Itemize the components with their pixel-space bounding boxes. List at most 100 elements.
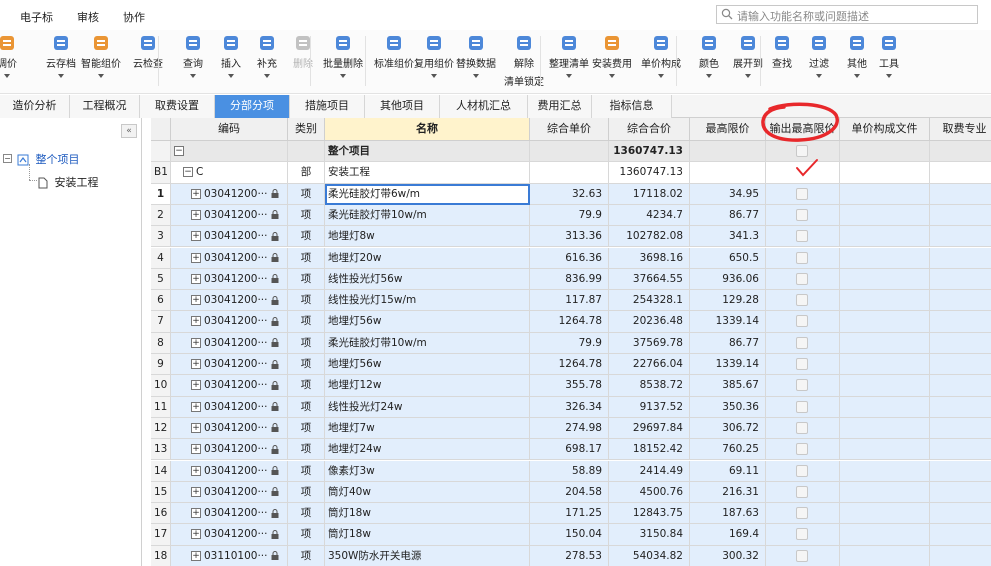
- summary-row[interactable]: B1− C 部安装工程 1360747.13: [151, 162, 991, 184]
- unit-price-cell[interactable]: 836.99: [530, 268, 609, 291]
- dropdown-arrow-icon[interactable]: [264, 74, 270, 78]
- type-cell[interactable]: 项: [288, 268, 325, 291]
- max-price-cell[interactable]: 760.25: [690, 439, 766, 461]
- dropdown-arrow-icon[interactable]: [886, 74, 892, 78]
- fee-discipline-cell[interactable]: [930, 247, 991, 269]
- unit-price-cell[interactable]: [530, 141, 609, 163]
- name-cell[interactable]: 地埋灯12w: [325, 375, 530, 397]
- expand-plus-icon[interactable]: +: [191, 295, 201, 306]
- output-max-checkbox[interactable]: [796, 400, 808, 413]
- menu-xiezuo[interactable]: 协作: [123, 9, 145, 25]
- table-row[interactable]: 14 +03041200··· 项像素灯3w 58.89 2414.49 69.11: [151, 460, 991, 482]
- unit-price-cell[interactable]: 313.36: [530, 226, 609, 248]
- type-cell[interactable]: 项: [288, 375, 325, 397]
- unit-price-file-cell[interactable]: [840, 204, 930, 227]
- row-number[interactable]: 2: [151, 204, 171, 227]
- fee-discipline-cell[interactable]: [930, 524, 991, 546]
- output-max-checkbox[interactable]: [796, 464, 808, 477]
- unit-price-cell[interactable]: 616.36: [530, 247, 609, 269]
- table-row[interactable]: 15 +03041200··· 项筒灯40w 204.58 4500.76 216.31: [151, 481, 991, 504]
- summary-row[interactable]: − 整个项目 1360747.13: [151, 141, 991, 163]
- unit-price-cell[interactable]: 79.9: [530, 204, 609, 227]
- unit-price-file-cell[interactable]: [840, 396, 930, 418]
- toolbar-button-2[interactable]: 云存档: [46, 30, 76, 94]
- total-cell[interactable]: 20236.48: [609, 311, 690, 333]
- name-cell[interactable]: 线性投光灯15w/m: [325, 290, 530, 312]
- column-header-3[interactable]: 名称: [325, 118, 530, 141]
- total-cell[interactable]: 2414.49: [609, 460, 690, 482]
- name-cell[interactable]: 筒灯18w: [325, 503, 530, 525]
- max-price-cell[interactable]: 306.72: [690, 417, 766, 440]
- toolbar-button-15[interactable]: 安装费用: [592, 30, 632, 94]
- output-max-cell[interactable]: [766, 396, 840, 418]
- code-cell[interactable]: +03041200···: [171, 375, 288, 397]
- expand-plus-icon[interactable]: +: [191, 486, 201, 497]
- output-max-checkbox[interactable]: [796, 208, 808, 221]
- output-max-cell[interactable]: [766, 354, 840, 376]
- expand-plus-icon[interactable]: +: [191, 508, 201, 519]
- code-cell[interactable]: +03041200···: [171, 460, 288, 482]
- unit-price-cell[interactable]: 32.63: [530, 183, 609, 205]
- code-cell[interactable]: +03041200···: [171, 247, 288, 269]
- unit-price-cell[interactable]: 1264.78: [530, 311, 609, 333]
- column-header-5[interactable]: 综合合价: [609, 118, 690, 141]
- name-cell[interactable]: 地埋灯7w: [325, 417, 530, 440]
- column-header-8[interactable]: 单价构成文件: [840, 118, 930, 141]
- code-cell[interactable]: +03041200···: [171, 396, 288, 418]
- max-price-cell[interactable]: 650.5: [690, 247, 766, 269]
- output-max-cell[interactable]: [766, 417, 840, 440]
- unit-price-file-cell[interactable]: [840, 439, 930, 461]
- type-cell[interactable]: 项: [288, 524, 325, 546]
- max-price-cell[interactable]: 1339.14: [690, 311, 766, 333]
- name-cell[interactable]: 地埋灯20w: [325, 247, 530, 269]
- row-number[interactable]: 17: [151, 524, 171, 546]
- output-max-cell[interactable]: [766, 545, 840, 566]
- dropdown-arrow-icon[interactable]: [745, 74, 751, 78]
- max-price-cell[interactable]: [690, 141, 766, 163]
- total-cell[interactable]: 8538.72: [609, 375, 690, 397]
- code-cell[interactable]: +03110100···: [171, 545, 288, 566]
- expand-plus-icon[interactable]: +: [191, 422, 201, 433]
- name-cell[interactable]: 像素灯3w: [325, 460, 530, 482]
- output-max-checkbox[interactable]: [796, 336, 808, 349]
- unit-price-cell[interactable]: 117.87: [530, 290, 609, 312]
- output-max-cell[interactable]: [766, 290, 840, 312]
- expand-plus-icon[interactable]: +: [191, 252, 201, 263]
- output-max-cell[interactable]: [766, 183, 840, 205]
- unit-price-cell[interactable]: 171.25: [530, 503, 609, 525]
- tab-6[interactable]: 其他项目: [365, 95, 440, 118]
- expand-plus-icon[interactable]: +: [191, 337, 201, 348]
- total-cell[interactable]: 37664.55: [609, 268, 690, 291]
- output-max-checkbox[interactable]: [796, 358, 808, 370]
- tab-7[interactable]: 人材机汇总: [440, 95, 528, 118]
- output-max-cell[interactable]: [766, 460, 840, 482]
- search-input[interactable]: 请输入功能名称或问题描述: [716, 5, 978, 24]
- output-max-cell[interactable]: [766, 162, 840, 184]
- dropdown-arrow-icon[interactable]: [473, 74, 479, 78]
- type-cell[interactable]: 项: [288, 204, 325, 227]
- unit-price-cell[interactable]: 698.17: [530, 439, 609, 461]
- max-price-cell[interactable]: 300.32: [690, 545, 766, 566]
- unit-price-cell[interactable]: 326.34: [530, 396, 609, 418]
- total-cell[interactable]: 1360747.13: [609, 141, 690, 163]
- unit-price-file-cell[interactable]: [840, 354, 930, 376]
- toolbar-button-9[interactable]: 批量删除: [323, 30, 363, 94]
- output-max-cell[interactable]: [766, 268, 840, 291]
- column-header-1[interactable]: 编码: [171, 118, 288, 141]
- output-max-cell[interactable]: [766, 141, 840, 163]
- name-cell[interactable]: 地埋灯8w: [325, 226, 530, 248]
- code-cell[interactable]: +03041200···: [171, 226, 288, 248]
- column-header-2[interactable]: 类别: [288, 118, 325, 141]
- row-number[interactable]: 8: [151, 332, 171, 354]
- expand-plus-icon[interactable]: +: [191, 188, 201, 199]
- total-cell[interactable]: 22766.04: [609, 354, 690, 376]
- output-max-checkbox[interactable]: [796, 528, 808, 541]
- tab-1[interactable]: 造价分析: [0, 95, 70, 118]
- output-max-cell[interactable]: [766, 226, 840, 248]
- dropdown-arrow-icon[interactable]: [566, 74, 572, 78]
- type-cell[interactable]: 项: [288, 460, 325, 482]
- row-number[interactable]: 18: [151, 545, 171, 566]
- table-row[interactable]: 10 +03041200··· 项地埋灯12w 355.78 8538.72 385.67: [151, 375, 991, 397]
- type-cell[interactable]: 项: [288, 417, 325, 440]
- name-cell[interactable]: 350W防水开关电源: [325, 545, 530, 566]
